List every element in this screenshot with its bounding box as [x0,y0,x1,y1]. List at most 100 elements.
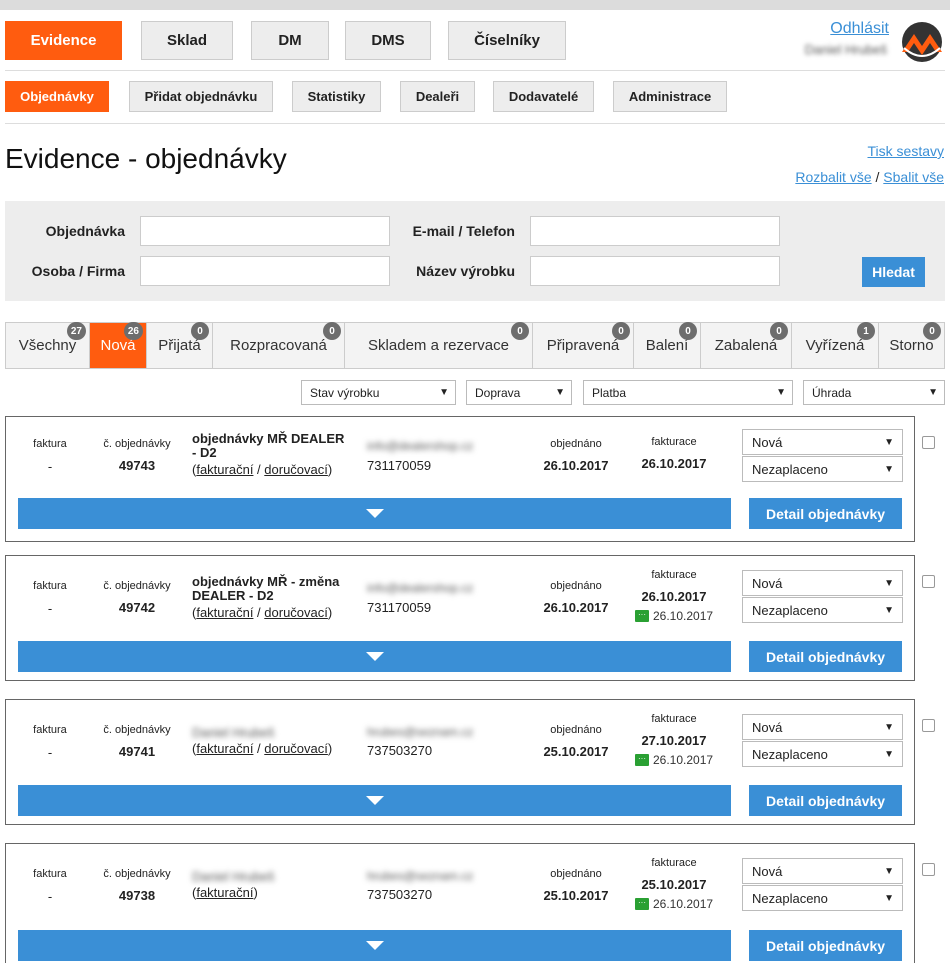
tab-storno[interactable]: Storno 0 [879,322,944,368]
subnav-objednavky[interactable]: Objednávky [5,81,109,112]
expand-order-bar[interactable] [18,785,731,816]
delivery-address-link[interactable]: doručovací [264,462,328,477]
tab-nova[interactable]: Nová 26 [90,322,147,368]
product-name-input[interactable] [530,256,780,286]
order-status-select[interactable]: Nová ▼ [742,714,903,740]
tab-count-badge: 1 [857,322,875,340]
customer-email: info@dealershop.cz [367,439,474,453]
order-detail-button[interactable]: Detail objednávky [749,641,902,672]
ordered-label: objednáno [550,868,602,880]
tab-baleni[interactable]: Balení 0 [634,322,701,368]
main-nav-sklad[interactable]: Sklad [141,21,233,60]
expand-all-link[interactable]: Rozbalit vše [795,169,871,185]
select-value: Nezaplaceno [752,461,828,477]
order-checkbox[interactable] [922,719,935,732]
billing-address-link[interactable]: fakturační [196,462,253,477]
address-links: (fakturační / doručovací) [192,462,333,477]
invoicing-label: fakturace [651,569,697,581]
order-checkbox[interactable] [922,436,935,449]
expand-order-bar[interactable] [18,498,731,529]
subnav-dodavatele[interactable]: Dodavatelé [493,81,594,112]
tab-skladem-a-rezervace[interactable]: Skladem a rezervace 0 [345,322,533,368]
main-nav-ciselniky[interactable]: Číselníky [448,21,566,60]
order-status-select[interactable]: Nová ▼ [742,429,903,455]
order-number: 49741 [118,744,156,759]
order-number: 49738 [118,888,156,903]
product-name-label: Název výrobku [416,263,515,279]
print-report-link[interactable]: Tisk sestavy [868,143,945,159]
filter-product-state-select[interactable]: Stav výrobku ▼ [301,380,456,405]
tab-count-badge: 0 [679,322,697,340]
tab-vyrizena[interactable]: Vyřízená 1 [792,322,879,368]
invoice-value: - [47,601,53,616]
address-links: (fakturační) [192,885,258,900]
window-top-strip [0,0,950,10]
order-checkbox[interactable] [922,863,935,876]
order-detail-button[interactable]: Detail objednávky [749,930,902,961]
invoice-col-label: faktura [33,580,67,592]
delivery-address-link[interactable]: doručovací [264,605,328,620]
chat-bubble-icon: ··· [635,610,649,622]
page-title: Evidence - objednávky [5,143,287,174]
tab-prijata[interactable]: Přijatá 0 [147,322,213,368]
invoicing-date: 26.10.2017 [641,456,707,471]
order-label: Objednávka [45,223,125,239]
tab-label: Storno [889,337,934,354]
tab-pripravena[interactable]: Připravená 0 [533,322,634,368]
tab-label: Rozpracovaná [230,337,327,354]
tab-rozpracovana[interactable]: Rozpracovaná 0 [213,322,345,368]
order-status-select[interactable]: Nová ▼ [742,858,903,884]
order-detail-button[interactable]: Detail objednávky [749,498,902,529]
filter-label: Úhrada [812,385,852,400]
paren-close: ) [327,605,333,620]
tab-label: Všechny [18,337,77,354]
customer-email: info@dealershop.cz [367,581,474,595]
tab-vsechny[interactable]: Všechny 27 [6,322,90,368]
order-checkbox[interactable] [922,575,935,588]
expand-order-bar[interactable] [18,641,731,672]
logout-link[interactable]: Odhlásit [830,20,889,38]
main-nav-dms[interactable]: DMS [345,21,431,60]
status-tabs: Všechny 27 Nová 26 Přijatá 0 Rozpracovaná 0 … [5,322,945,369]
payment-status-select[interactable]: Nezaplaceno ▼ [742,885,903,911]
order-detail-button[interactable]: Detail objednávky [749,785,902,816]
invoice-value: - [47,459,53,474]
billing-address-link[interactable]: fakturační [196,885,253,900]
tab-zabalena[interactable]: Zabalená 0 [701,322,792,368]
caret-down-icon: ▼ [884,437,894,448]
filter-paid-select[interactable]: Úhrada ▼ [803,380,945,405]
collapse-all-link[interactable]: Sbalit vše [883,169,944,185]
subnav-administrace[interactable]: Administrace [613,81,727,112]
chevron-down-icon [365,652,384,661]
payment-status-select[interactable]: Nezaplaceno ▼ [742,597,903,623]
filter-label: Stav výrobku [310,385,380,400]
filter-shipping-select[interactable]: Doprava ▼ [466,380,572,405]
subnav-dealeri[interactable]: Dealeři [400,81,475,112]
billing-address-link[interactable]: fakturační [196,605,253,620]
caret-down-icon: ▼ [884,464,894,475]
search-button[interactable]: Hledat [862,257,925,287]
link-separator: / [875,169,880,185]
person-company-input[interactable] [140,256,390,286]
expand-order-bar[interactable] [18,930,731,961]
caret-down-icon: ▼ [884,578,894,589]
ordered-date: 25.10.2017 [543,744,609,759]
subnav-statistiky[interactable]: Statistiky [292,81,381,112]
subnav-pridat-objednavku[interactable]: Přidat objednávku [129,81,273,112]
payment-status-select[interactable]: Nezaplaceno ▼ [742,456,903,482]
search-panel: Objednávka E-mail / Telefon Osoba / Firm… [5,201,945,301]
divider [5,123,945,124]
person-company-label: Osoba / Firma [31,263,125,279]
invoicing-label: fakturace [651,436,697,448]
invoicing-date: 25.10.2017 [641,877,707,892]
order-status-select[interactable]: Nová ▼ [742,570,903,596]
email-phone-input[interactable] [530,216,780,246]
main-nav-evidence[interactable]: Evidence [5,21,122,60]
payment-status-select[interactable]: Nezaplaceno ▼ [742,741,903,767]
order-input[interactable] [140,216,390,246]
delivery-address-link[interactable]: doručovací [264,741,328,756]
billing-address-link[interactable]: fakturační [196,741,253,756]
filter-payment-select[interactable]: Platba ▼ [583,380,793,405]
tab-count-badge: 0 [323,322,341,340]
main-nav-dm[interactable]: DM [251,21,329,60]
